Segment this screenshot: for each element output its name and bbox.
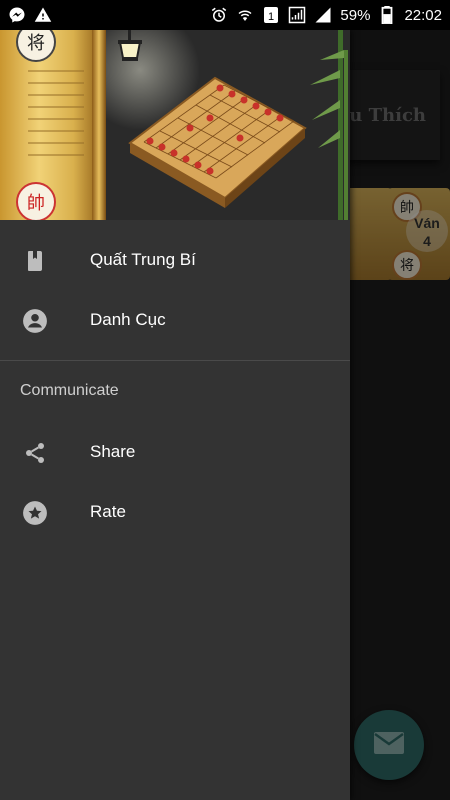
status-bar-left: [8, 6, 52, 24]
drawer-item-danh-cuc[interactable]: Danh Cục: [0, 290, 350, 350]
book-icon: [22, 248, 48, 274]
signal-icon: [314, 6, 332, 24]
status-bar-right: 1 59% 22:02: [210, 6, 442, 24]
account-circle-icon: [22, 308, 48, 334]
battery-percent: 59%: [340, 6, 371, 24]
drawer-item-label: Rate: [90, 502, 126, 521]
bamboo-illustration: [300, 30, 350, 220]
scroll-roller: [92, 30, 106, 220]
battery-icon: [378, 6, 396, 24]
alarm-icon: [210, 6, 228, 24]
drawer-item-label: Danh Cục: [90, 310, 166, 329]
drawer-header: 将 帥: [0, 30, 350, 220]
wifi-icon: [236, 6, 254, 24]
drawer-item-rate[interactable]: Rate: [0, 482, 350, 542]
drawer-item-label: Share: [90, 442, 136, 461]
sim-1-icon: 1: [262, 6, 280, 24]
signal-icon: [288, 6, 306, 24]
warning-icon: [34, 6, 52, 24]
chessboard-illustration: [120, 58, 310, 208]
drawer-item-quat-trung-bi[interactable]: Quất Trung Bí: [0, 230, 350, 290]
drawer-item-share[interactable]: Share: [0, 422, 350, 482]
status-bar: 1 59% 22:02: [0, 0, 450, 30]
share-icon: [22, 440, 48, 466]
drawer-scrim[interactable]: [350, 30, 450, 800]
chess-piece-icon: 帥: [16, 182, 56, 220]
section-title-communicate: Communicate: [20, 382, 119, 399]
drawer-divider: [0, 360, 350, 361]
drawer-item-label: Quất Trung Bí: [90, 250, 196, 269]
navigation-drawer: 将 帥 Quất Trung Bí Danh Cục Communicate S…: [0, 30, 350, 800]
svg-text:1: 1: [268, 11, 274, 23]
clock: 22:02: [404, 6, 442, 24]
star-circle-icon: [22, 500, 48, 526]
messenger-icon: [8, 6, 26, 24]
